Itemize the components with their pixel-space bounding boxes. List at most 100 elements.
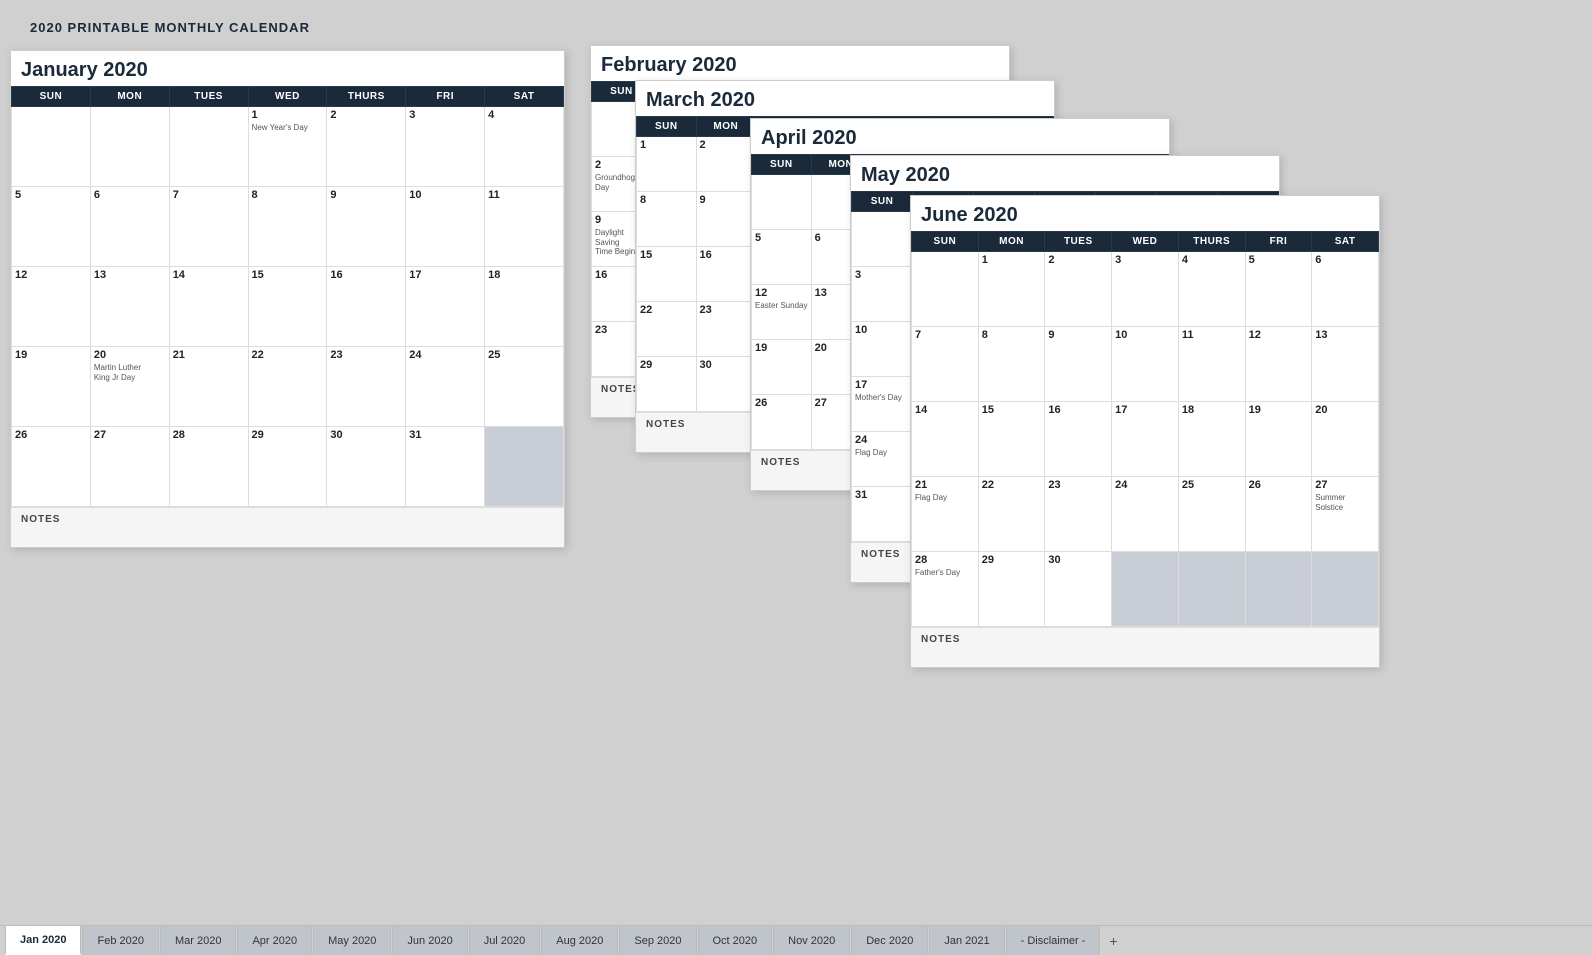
table-cell: 18 — [1178, 402, 1245, 477]
tab-jan-2021[interactable]: Jan 2021 — [929, 926, 1004, 955]
table-cell: 26 — [1245, 477, 1312, 552]
table-cell: 25 — [485, 347, 564, 427]
table-cell: 3 — [406, 107, 485, 187]
table-cell: 19 — [12, 347, 91, 427]
table-cell: 16 — [696, 247, 756, 302]
table-cell-grayed — [1245, 552, 1312, 627]
table-cell: 31 — [852, 487, 913, 542]
table-cell: 24Flag Day — [852, 432, 913, 487]
table-cell — [912, 252, 979, 327]
col-sun: SUN — [752, 155, 812, 175]
table-cell: 11 — [1178, 327, 1245, 402]
table-cell: 13 — [90, 267, 169, 347]
table-cell: 24 — [1112, 477, 1179, 552]
table-row: 1New Year's Day 2 3 4 — [12, 107, 564, 187]
june-table: SUN MON TUES WED THURS FRI SAT 1 2 3 — [911, 231, 1379, 627]
table-cell — [752, 175, 812, 230]
table-cell: 2 — [327, 107, 406, 187]
table-cell: 30 — [327, 427, 406, 507]
table-cell: 26 — [752, 395, 812, 450]
table-cell: 12 — [1245, 327, 1312, 402]
table-cell: 17 — [1112, 402, 1179, 477]
january-table: SUN MON TUES WED THURS FRI SAT 1New Y — [11, 86, 564, 507]
col-mon: MON — [696, 117, 756, 137]
table-row: 12 13 14 15 16 17 18 — [12, 267, 564, 347]
tab-bar: Jan 2020 Feb 2020 Mar 2020 Apr 2020 May … — [0, 925, 1592, 955]
table-cell: 27Summer Solstice — [1312, 477, 1379, 552]
tab-jun-2020[interactable]: Jun 2020 — [392, 926, 467, 955]
table-cell: 14 — [169, 267, 248, 347]
table-row: 14 15 16 17 18 19 20 — [912, 402, 1379, 477]
table-cell: 9 — [696, 192, 756, 247]
table-cell: 22 — [637, 302, 697, 357]
table-cell: 28Father's Day — [912, 552, 979, 627]
tab-sep-2020[interactable]: Sep 2020 — [619, 926, 696, 955]
table-cell: 10 — [852, 322, 913, 377]
col-wed: WED — [1112, 232, 1179, 252]
tab-oct-2020[interactable]: Oct 2020 — [698, 926, 773, 955]
table-cell: 29 — [978, 552, 1045, 627]
tab-jan-2020[interactable]: Jan 2020 — [5, 926, 81, 955]
table-cell: 5 — [1245, 252, 1312, 327]
table-cell: 19 — [1245, 402, 1312, 477]
table-cell: 12Easter Sunday — [752, 285, 812, 340]
table-cell: 29 — [637, 357, 697, 412]
table-row: 1 2 3 4 5 6 — [912, 252, 1379, 327]
table-cell: 21Flag Day — [912, 477, 979, 552]
table-row: 19 20Martin LutherKing Jr Day 21 22 23 2… — [12, 347, 564, 427]
tab-apr-2020[interactable]: Apr 2020 — [237, 926, 312, 955]
table-cell: 10 — [1112, 327, 1179, 402]
table-row: 28Father's Day 29 30 — [912, 552, 1379, 627]
table-cell: 23 — [327, 347, 406, 427]
col-sun: SUN — [12, 87, 91, 107]
table-cell-grayed — [1178, 552, 1245, 627]
table-cell: 29 — [248, 427, 327, 507]
tab-jul-2020[interactable]: Jul 2020 — [469, 926, 541, 955]
table-cell — [12, 107, 91, 187]
table-cell: 16 — [1045, 402, 1112, 477]
february-title: February 2020 — [591, 46, 1009, 81]
table-cell-grayed — [1112, 552, 1179, 627]
table-cell: 2 — [696, 137, 756, 192]
app-container: 2020 PRINTABLE MONTHLY CALENDAR January … — [0, 0, 1592, 955]
table-cell: 31 — [406, 427, 485, 507]
tab-may-2020[interactable]: May 2020 — [313, 926, 391, 955]
table-cell: 23 — [696, 302, 756, 357]
table-cell: 7 — [912, 327, 979, 402]
tab-mar-2020[interactable]: Mar 2020 — [160, 926, 236, 955]
table-row: 26 27 28 29 30 31 — [12, 427, 564, 507]
table-cell: 8 — [248, 187, 327, 267]
table-cell: 30 — [696, 357, 756, 412]
june-notes: NOTES — [911, 627, 1379, 667]
col-fri: FRI — [1245, 232, 1312, 252]
col-sun: SUN — [912, 232, 979, 252]
january-calendar: January 2020 SUN MON TUES WED THURS FRI … — [10, 50, 565, 548]
june-calendar: June 2020 SUN MON TUES WED THURS FRI SAT — [910, 195, 1380, 668]
col-tue: TUES — [169, 87, 248, 107]
tab-add-button[interactable]: + — [1101, 926, 1125, 955]
table-cell: 27 — [90, 427, 169, 507]
table-cell: 20Martin LutherKing Jr Day — [90, 347, 169, 427]
table-cell: 15 — [978, 402, 1045, 477]
tab-feb-2020[interactable]: Feb 2020 — [82, 926, 158, 955]
tab-dec-2020[interactable]: Dec 2020 — [851, 926, 928, 955]
table-cell: 16 — [327, 267, 406, 347]
table-cell — [90, 107, 169, 187]
table-cell: 15 — [248, 267, 327, 347]
table-cell: 1 — [637, 137, 697, 192]
tab-aug-2020[interactable]: Aug 2020 — [541, 926, 618, 955]
col-mon: MON — [978, 232, 1045, 252]
table-cell: 9 — [1045, 327, 1112, 402]
table-cell: 17Mother's Day — [852, 377, 913, 432]
page-title: 2020 PRINTABLE MONTHLY CALENDAR — [30, 20, 1562, 35]
table-cell: 8 — [978, 327, 1045, 402]
april-title: April 2020 — [751, 119, 1169, 154]
table-row: 5 6 7 8 9 10 11 — [12, 187, 564, 267]
table-cell: 21 — [169, 347, 248, 427]
tab-nov-2020[interactable]: Nov 2020 — [773, 926, 850, 955]
january-title: January 2020 — [11, 51, 564, 86]
table-cell: 4 — [485, 107, 564, 187]
col-thu: THURS — [1178, 232, 1245, 252]
table-row: 7 8 9 10 11 12 13 — [912, 327, 1379, 402]
tab-disclaimer[interactable]: - Disclaimer - — [1006, 926, 1101, 955]
